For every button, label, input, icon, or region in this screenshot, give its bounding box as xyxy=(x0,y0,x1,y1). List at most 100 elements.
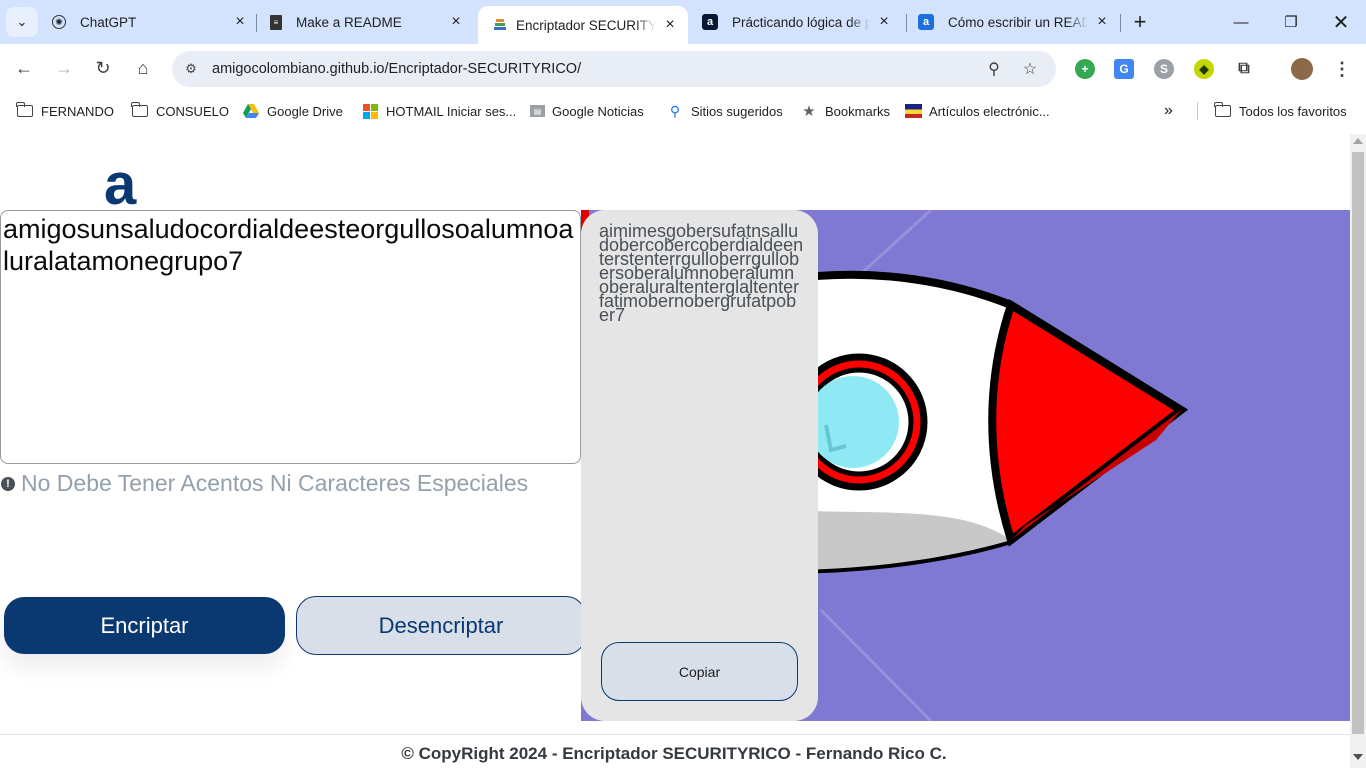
scroll-up-arrow-icon[interactable] xyxy=(1353,138,1363,144)
bookmark-label: HOTMAIL Iniciar ses... xyxy=(386,103,517,119)
close-icon[interactable]: × xyxy=(448,13,464,30)
bookmark-sitios-sugeridos[interactable]: ⚲ Sitios sugeridos xyxy=(666,101,783,121)
tab-encriptador[interactable]: Encriptador SECURITY-RICO × xyxy=(478,6,688,44)
tab-search-dropdown[interactable]: ⌄ xyxy=(6,7,38,37)
encrypt-button[interactable]: Encriptar xyxy=(4,597,285,654)
info-icon: ! xyxy=(1,476,15,491)
home-button[interactable]: ⌂ xyxy=(129,54,157,82)
new-tab-button[interactable]: + xyxy=(1127,9,1153,35)
bookmark-label: Artículos electrónic... xyxy=(929,103,1050,119)
skype-extension-icon[interactable]: S xyxy=(1154,59,1174,79)
tab-separator xyxy=(256,14,257,32)
url-text[interactable]: amigocolombiano.github.io/Encriptador-SE… xyxy=(212,61,581,77)
footer: © CopyRight 2024 - Encriptador SECURITYR… xyxy=(0,744,1350,764)
copy-button[interactable]: Copiar xyxy=(601,642,798,701)
avatar[interactable] xyxy=(1291,58,1313,80)
close-window-button[interactable]: ✕ xyxy=(1326,8,1356,36)
tab-title: Cómo escribir un README xyxy=(948,14,1088,30)
warning-text: No Debe Tener Acentos Ni Caracteres Espe… xyxy=(21,470,529,496)
site-info-icon[interactable]: ⚙ xyxy=(182,60,200,78)
chatgpt-icon: ✺ xyxy=(52,15,66,29)
bookmark-label: FERNANDO xyxy=(41,103,114,119)
close-icon[interactable]: × xyxy=(232,13,248,30)
scroll-thumb[interactable] xyxy=(1352,152,1364,734)
bookmark-bookmarks[interactable]: ★ Bookmarks xyxy=(800,101,890,121)
bookmark-divider xyxy=(1197,102,1198,120)
arrow-left-icon: ← xyxy=(15,57,33,78)
folder-icon xyxy=(16,102,34,119)
extension-add-icon[interactable]: + xyxy=(1075,59,1095,79)
bookmark-articulos[interactable]: Artículos electrónic... xyxy=(905,101,1050,121)
bookmark-fernando[interactable]: FERNANDO xyxy=(16,101,114,121)
more-menu-icon[interactable]: ⋮ xyxy=(1332,59,1352,79)
plus-icon: + xyxy=(1133,9,1147,34)
warning-message: ! No Debe Tener Acentos Ni Caracteres Es… xyxy=(1,470,528,497)
puzzle-icon[interactable]: ⧉ xyxy=(1234,59,1254,79)
tab-title: Encriptador SECURITY-RICO xyxy=(516,17,656,33)
extension-icon[interactable]: ◆ xyxy=(1194,59,1214,79)
bookmark-all-favorites[interactable]: Todos los favoritos xyxy=(1214,101,1347,121)
tab-separator xyxy=(1120,14,1121,32)
tab-como-escribir-readme[interactable]: a Cómo escribir un README × xyxy=(918,8,1110,36)
google-news-icon: ▤ xyxy=(530,105,545,117)
bookmark-google-drive[interactable]: Google Drive xyxy=(242,101,343,121)
tab-chatgpt[interactable]: ✺ ChatGPT × xyxy=(52,8,248,36)
folder-icon xyxy=(131,102,149,119)
bookmark-consuelo[interactable]: CONSUELO xyxy=(131,101,229,121)
scroll-down-arrow-icon[interactable] xyxy=(1353,754,1363,760)
alura-logo: a xyxy=(104,152,137,217)
folder-icon xyxy=(1214,102,1232,119)
bookmark-label: Bookmarks xyxy=(825,103,891,119)
alura-icon: a xyxy=(918,14,934,30)
microsoft-icon xyxy=(361,103,379,119)
close-icon: ✕ xyxy=(1332,11,1350,34)
search-icon: ⚲ xyxy=(669,102,681,119)
bookmark-hotmail[interactable]: HOTMAIL Iniciar ses... xyxy=(361,101,516,121)
layers-icon xyxy=(492,17,508,33)
tab-title: Make a README xyxy=(296,14,402,30)
back-button[interactable]: ← xyxy=(10,54,38,82)
browser-toolbar: ← → ↻ ⌂ ⚙ amigocolombiano.github.io/Encr… xyxy=(0,44,1366,92)
chevron-double-right-icon: » xyxy=(1164,102,1173,119)
reload-button[interactable]: ↻ xyxy=(89,54,117,82)
tab-separator xyxy=(906,14,907,32)
tab-make-readme[interactable]: ≡ Make a README × xyxy=(270,8,464,36)
chevron-down-icon: ⌄ xyxy=(16,14,28,29)
bookmark-label: Todos los favoritos xyxy=(1239,103,1347,119)
restore-icon: ❐ xyxy=(1284,14,1298,31)
close-icon[interactable]: × xyxy=(876,13,892,30)
translate-extension-icon[interactable]: G xyxy=(1114,59,1134,79)
minimize-icon: — xyxy=(1233,13,1249,31)
tab-practicando-logica[interactable]: a Prácticando lógica de programación × xyxy=(702,8,892,36)
tab-bar: ⌄ ✺ ChatGPT × ≡ Make a README × Encripta… xyxy=(0,0,1366,44)
restore-button[interactable]: ❐ xyxy=(1276,8,1306,36)
bookmark-label: Google Drive xyxy=(267,103,343,119)
close-icon[interactable]: × xyxy=(1094,13,1110,30)
reload-icon: ↻ xyxy=(95,57,111,78)
shop-icon xyxy=(905,104,922,118)
minimize-button[interactable]: — xyxy=(1226,8,1256,36)
page-content: a amigosunsaludocordialdeesteorgullosoal… xyxy=(0,128,1350,768)
star-icon[interactable]: ☆ xyxy=(1020,59,1040,79)
star-icon: ★ xyxy=(802,103,816,120)
footer-divider xyxy=(0,734,1350,735)
google-drive-icon xyxy=(242,103,260,119)
zoom-icon[interactable]: ⚲ xyxy=(984,59,1004,79)
footer-text: © CopyRight 2024 - Encriptador SECURITYR… xyxy=(401,744,947,763)
home-icon: ⌂ xyxy=(137,57,149,78)
bookmarks-overflow-button[interactable]: » xyxy=(1164,101,1173,121)
output-text: aimimesgobersufatnsalludobercobercoberdi… xyxy=(599,221,804,325)
text-input-area[interactable]: amigosunsaludocordialdeesteorgullosoalum… xyxy=(0,210,581,464)
alura-icon: a xyxy=(702,14,718,30)
address-bar[interactable]: ⚙ amigocolombiano.github.io/Encriptador-… xyxy=(172,51,1056,87)
bookmark-label: Sitios sugeridos xyxy=(691,103,783,119)
forward-button[interactable]: → xyxy=(50,54,78,82)
page-scrollbar[interactable] xyxy=(1350,134,1366,768)
document-icon: ≡ xyxy=(270,14,282,30)
bookmark-label: CONSUELO xyxy=(156,103,229,119)
close-icon[interactable]: × xyxy=(662,16,678,33)
decrypt-button[interactable]: Desencriptar xyxy=(296,596,586,655)
bookmark-google-noticias[interactable]: ▤ Google Noticias xyxy=(530,101,644,121)
arrow-right-icon: → xyxy=(55,57,73,78)
tab-title: ChatGPT xyxy=(80,14,137,30)
